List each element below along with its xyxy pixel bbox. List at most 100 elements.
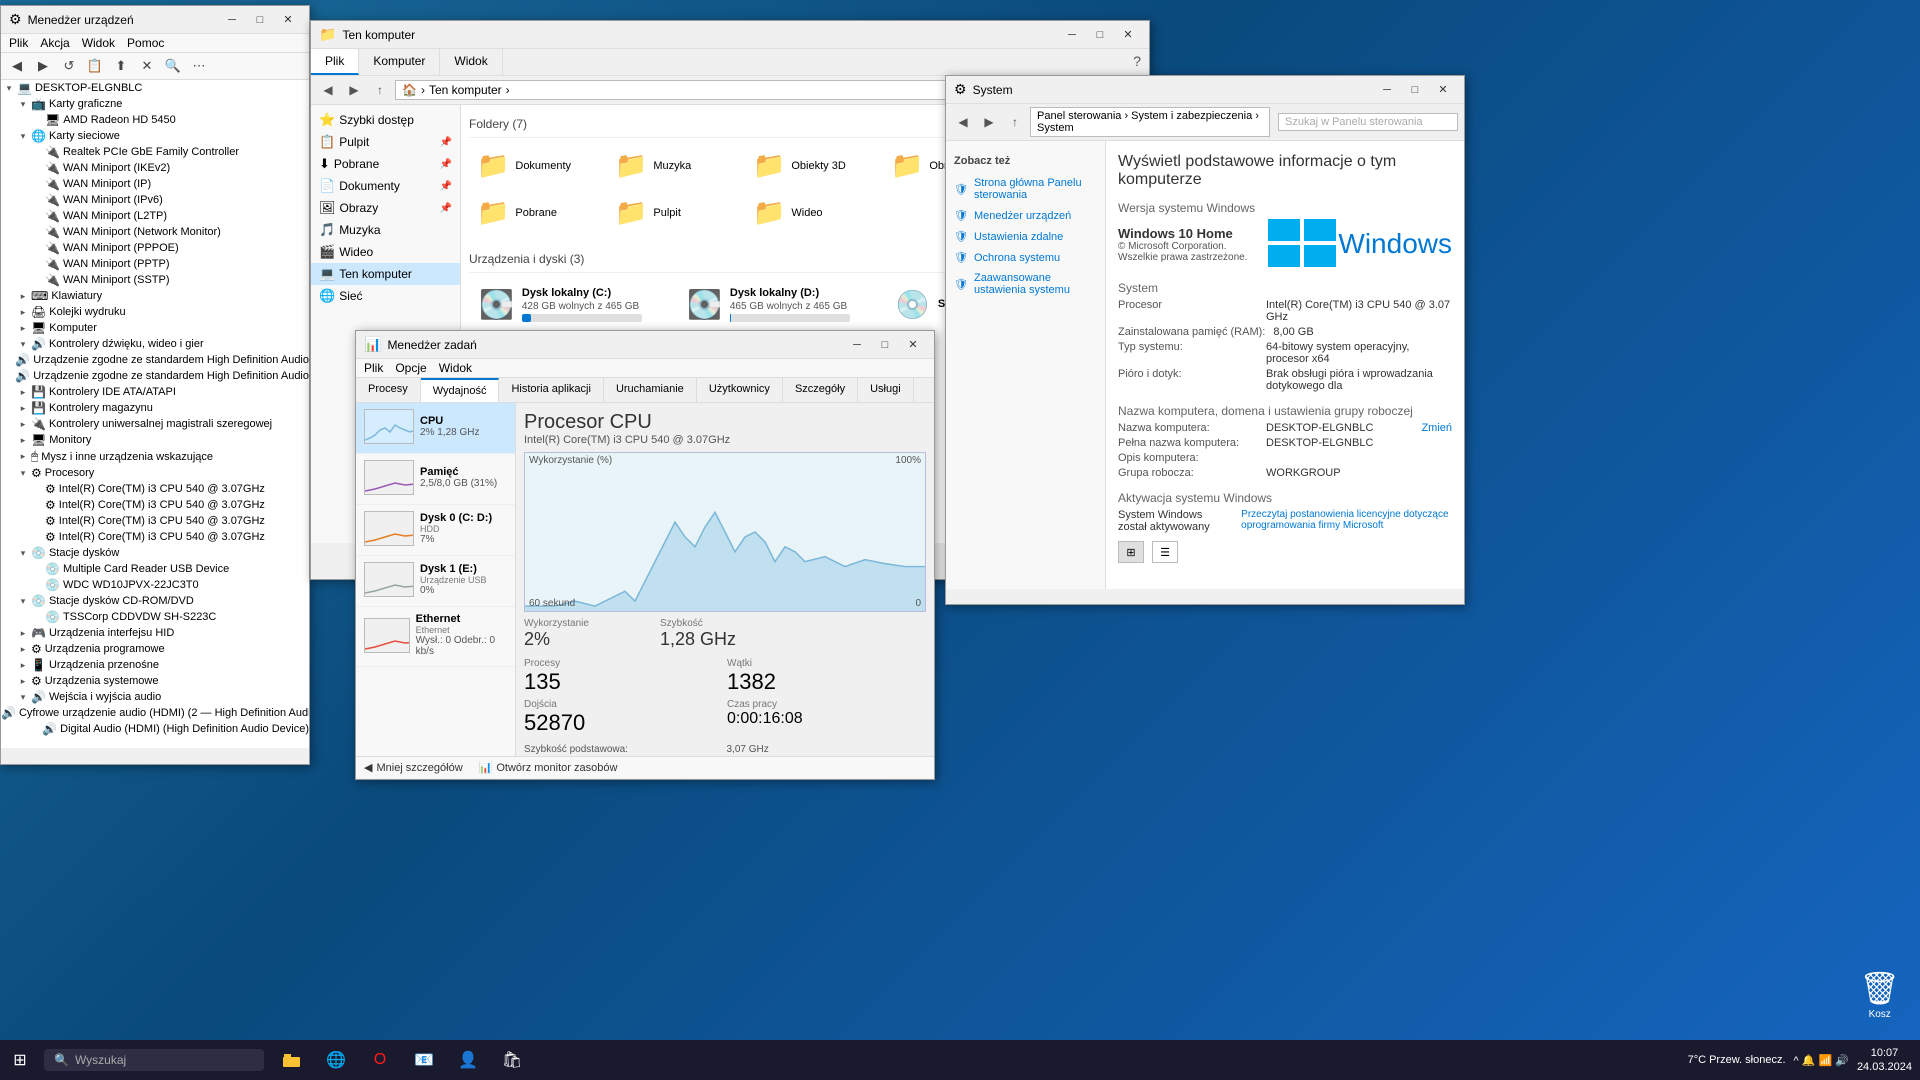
devmgr-menu-plik[interactable]: Plik — [9, 36, 28, 50]
taskbar-mail-icon[interactable]: 📧 — [404, 1040, 444, 1080]
devmgr-menu-widok[interactable]: Widok — [82, 36, 115, 50]
folder-item[interactable]: 📁Dokumenty — [469, 146, 599, 185]
tree-item[interactable]: ▾ 🌐 Karty sieciowe — [1, 128, 309, 144]
sidebar-item[interactable]: ⭐Szybki dostęp — [311, 109, 460, 131]
tree-item[interactable]: ▸ 🔌 Kontrolery uniwersalnej magistrali s… — [1, 416, 309, 432]
taskmgr-tab[interactable]: Użytkownicy — [697, 378, 783, 402]
sys-address-bar[interactable]: Panel sterowania › System i zabezpieczen… — [1030, 107, 1270, 137]
tree-item[interactable]: ▸ ⚙ Urządzenia systemowe — [1, 673, 309, 689]
sidebar-item[interactable]: ⬇Pobrane📌 — [311, 153, 460, 175]
tree-item[interactable]: ▸ 💾 Kontrolery IDE ATA/ATAPI — [1, 384, 309, 400]
devmgr-maximize[interactable]: □ — [247, 10, 273, 30]
tree-item[interactable]: ▾ 💿 Stacje dysków CD-ROM/DVD — [1, 593, 309, 609]
explorer-help[interactable]: ? — [1125, 49, 1149, 75]
devmgr-minimize[interactable]: ─ — [219, 10, 245, 30]
taskmgr-menu-widok[interactable]: Widok — [439, 361, 472, 375]
explorer-maximize[interactable]: □ — [1087, 25, 1113, 45]
explorer-tab-plik[interactable]: Plik — [311, 49, 359, 75]
tree-item[interactable]: ⚙ Intel(R) Core(TM) i3 CPU 540 @ 3.07GHz — [1, 481, 309, 497]
perf-sidebar-item[interactable]: Dysk 0 (C: D:) HDD 7% — [356, 505, 515, 556]
tree-item[interactable]: 🔌 WAN Miniport (PPPOE) — [1, 240, 309, 256]
tree-item[interactable]: 💿 WDC WD10JPVX-22JC3T0 — [1, 577, 309, 593]
tree-item[interactable]: ▸ 🖱 Mysz i inne urządzenia wskazujące — [1, 448, 309, 465]
toolbar-properties[interactable]: 📋 — [83, 55, 107, 77]
sidebar-item[interactable]: 🎬Wideo — [311, 241, 460, 263]
taskmgr-tab[interactable]: Usługi — [858, 378, 914, 402]
folder-item[interactable]: 📁Pobrane — [469, 193, 599, 232]
system-maximize[interactable]: □ — [1402, 80, 1428, 100]
tree-item[interactable]: ▸ ⌨ Klawiatury — [1, 288, 309, 304]
tree-item[interactable]: ⚙ Intel(R) Core(TM) i3 CPU 540 @ 3.07GHz — [1, 529, 309, 545]
taskbar-clock[interactable]: 10:07 24.03.2024 — [1857, 1046, 1912, 1075]
less-details-link[interactable]: ◀ Mniej szczegółów — [364, 761, 463, 774]
folder-item[interactable]: 📁Wideo — [745, 193, 875, 232]
system-sidebar-item[interactable]: 🛡Menedżer urządzeń — [946, 205, 1105, 226]
system-sidebar-item[interactable]: 🛡Zaawansowane ustawienia systemu — [946, 268, 1105, 300]
tree-item[interactable]: ▸ 🖥 Komputer — [1, 320, 309, 336]
sys-search[interactable]: Szukaj w Panelu sterowania — [1278, 113, 1458, 131]
sys-nav-up[interactable]: ↑ — [1004, 111, 1026, 133]
taskmgr-minimize[interactable]: ─ — [844, 335, 870, 355]
tree-item[interactable]: 💿 Multiple Card Reader USB Device — [1, 561, 309, 577]
tree-item[interactable]: ⚙ Intel(R) Core(TM) i3 CPU 540 @ 3.07GHz — [1, 513, 309, 529]
sidebar-item[interactable]: 🖼Obrazy📌 — [311, 197, 460, 219]
list-view-btn[interactable]: ☰ — [1152, 541, 1178, 563]
tree-item[interactable]: ▾ ⚙ Procesory — [1, 465, 309, 481]
tree-item[interactable]: 🔌 WAN Miniport (L2TP) — [1, 208, 309, 224]
sys-nav-forward[interactable]: ▶ — [978, 111, 1000, 133]
toolbar-refresh[interactable]: ↺ — [57, 55, 81, 77]
open-monitor-link[interactable]: 📊 Otwórz monitor zasobów — [479, 761, 618, 774]
tree-item[interactable]: 🔌 WAN Miniport (Network Monitor) — [1, 224, 309, 240]
sidebar-item[interactable]: 💻Ten komputer — [311, 263, 460, 285]
perf-sidebar-item[interactable]: Dysk 1 (E:) Urządzenie USB 0% — [356, 556, 515, 607]
devmgr-menu-pomoc[interactable]: Pomoc — [127, 36, 164, 50]
sys-nav-back[interactable]: ◀ — [952, 111, 974, 133]
tree-item[interactable]: ▸ 🖥 Monitory — [1, 432, 309, 448]
perf-sidebar-item[interactable]: CPU 2% 1,28 GHz — [356, 403, 515, 454]
folder-item[interactable]: 📁Muzyka — [607, 146, 737, 185]
tree-item[interactable]: 🔌 Realtek PCIe GbE Family Controller — [1, 144, 309, 160]
system-close[interactable]: ✕ — [1430, 80, 1456, 100]
toolbar-update[interactable]: ⬆ — [109, 55, 133, 77]
tree-item[interactable]: 🔊 Digital Audio (HDMI) (High Definition … — [1, 721, 309, 737]
system-sidebar-item[interactable]: 🛡Ochrona systemu — [946, 247, 1105, 268]
perf-sidebar-item[interactable]: Ethernet Ethernet Wysł.: 0 Odebr.: 0 kb/… — [356, 607, 515, 667]
tree-item[interactable]: ▾ 🔊 Wejścia i wyjścia audio — [1, 689, 309, 705]
taskmgr-menu-opcje[interactable]: Opcje — [395, 361, 426, 375]
tree-item[interactable]: ▾ 🔊 Kontrolery dźwięku, wideo i gier — [1, 336, 309, 352]
taskbar-explorer-icon[interactable] — [272, 1040, 312, 1080]
device-item[interactable]: 💽 Dysk lokalny (D:) 465 GB wolnych z 465… — [677, 281, 877, 328]
tree-item[interactable]: ▸ 🖨 Kolejki wydruku — [1, 304, 309, 320]
tree-item[interactable]: ▸ 📱 Urządzenia przenośne — [1, 657, 309, 673]
tree-item[interactable]: 🔌 WAN Miniport (PPTP) — [1, 256, 309, 272]
taskmgr-tab[interactable]: Szczegóły — [783, 378, 858, 402]
change-btn[interactable]: Zmień — [1421, 422, 1452, 434]
tree-item[interactable]: 🔊 Cyfrowe urządzenie audio (HDMI) (2 — H… — [1, 705, 309, 721]
tree-item[interactable]: ▾ 📺 Karty graficzne — [1, 96, 309, 112]
nav-back[interactable]: ◀ — [317, 79, 339, 101]
perf-sidebar-item[interactable]: Pamięć 2,5/8,0 GB (31%) — [356, 454, 515, 505]
devmgr-menu-akcja[interactable]: Akcja — [40, 36, 69, 50]
taskbar-search[interactable]: 🔍 Wyszukaj — [44, 1049, 264, 1071]
tree-item[interactable]: 🔌 WAN Miniport (IKEv2) — [1, 160, 309, 176]
tree-item[interactable]: 🖥 AMD Radeon HD 5450 — [1, 112, 309, 128]
tree-item[interactable]: 🔌 WAN Miniport (IP) — [1, 176, 309, 192]
toolbar-scan[interactable]: 🔍 — [161, 55, 185, 77]
tree-item[interactable]: ▸ 💾 Kontrolery magazynu — [1, 400, 309, 416]
tree-item[interactable]: ⚙ Intel(R) Core(TM) i3 CPU 540 @ 3.07GHz — [1, 497, 309, 513]
tree-item[interactable]: ▸ 🎮 Urządzenia interfejsu HID — [1, 625, 309, 641]
explorer-tab-widok[interactable]: Widok — [440, 49, 502, 75]
sidebar-item[interactable]: 🎵Muzyka — [311, 219, 460, 241]
toolbar-back[interactable]: ◀ — [5, 55, 29, 77]
sidebar-item[interactable]: 🌐Sieć — [311, 285, 460, 307]
device-item[interactable]: 💽 Dysk lokalny (C:) 428 GB wolnych z 465… — [469, 281, 669, 328]
taskmgr-tab[interactable]: Procesy — [356, 378, 421, 402]
sidebar-item[interactable]: 📋Pulpit📌 — [311, 131, 460, 153]
toolbar-uninstall[interactable]: ✕ — [135, 55, 159, 77]
grid-view-btn[interactable]: ⊞ — [1118, 541, 1144, 563]
tree-item[interactable]: 🔊 Urządzenie zgodne ze standardem High D… — [1, 368, 309, 384]
toolbar-forward[interactable]: ▶ — [31, 55, 55, 77]
taskmgr-tab[interactable]: Uruchamianie — [604, 378, 697, 402]
devmgr-close[interactable]: ✕ — [275, 10, 301, 30]
explorer-tab-komputer[interactable]: Komputer — [359, 49, 440, 75]
